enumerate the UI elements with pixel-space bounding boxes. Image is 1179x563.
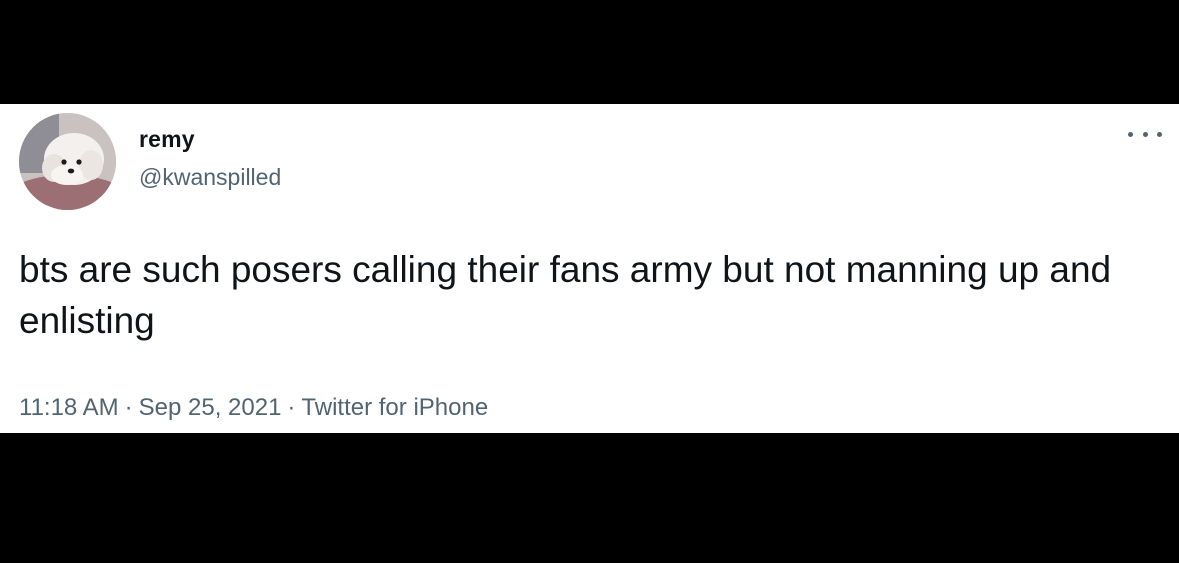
more-dot xyxy=(1128,131,1133,137)
tweet-time[interactable]: 11:18 AM xyxy=(19,394,119,421)
meta-separator: · xyxy=(124,394,133,421)
tweet-text: bts are such posers calling their fans a… xyxy=(19,249,1112,341)
puppy-avatar-icon[interactable] xyxy=(19,113,116,210)
more-options-icon[interactable] xyxy=(1128,122,1162,146)
tweet-metadata: 11:18 AM · Sep 25, 2021 · Twitter for iPhone xyxy=(19,394,488,422)
more-dot xyxy=(1142,131,1148,137)
more-dot xyxy=(1157,131,1162,137)
tweet-source[interactable]: Twitter for iPhone xyxy=(301,394,488,421)
author-display-name[interactable]: remy xyxy=(139,126,195,153)
meta-separator: · xyxy=(287,394,296,421)
author-handle[interactable]: @kwanspilled xyxy=(139,164,281,191)
tweet-card: remy @kwanspilled bts are such posers ca… xyxy=(0,104,1179,433)
tweet-date[interactable]: Sep 25, 2021 xyxy=(139,394,282,421)
